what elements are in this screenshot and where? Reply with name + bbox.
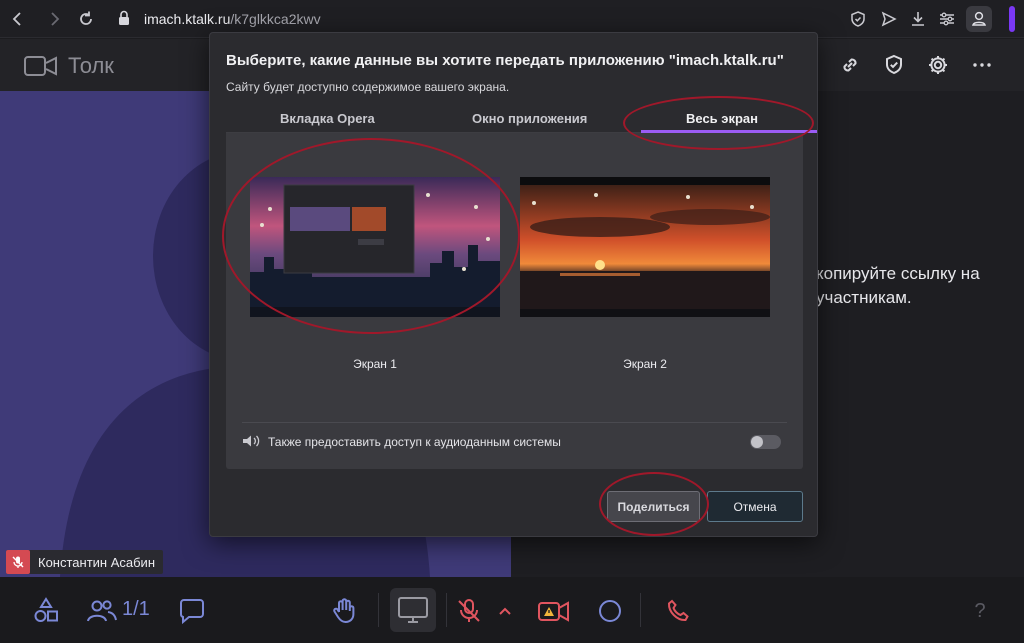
- brand-logo: Толк: [24, 53, 114, 78]
- camera-off-icon[interactable]: [537, 597, 571, 625]
- participant-name: Константин Асабин: [38, 554, 155, 570]
- system-audio-row: Также предоставить доступ к аудиоданным …: [242, 422, 787, 456]
- camera-logo-icon: [24, 56, 57, 76]
- toolbar-divider: [640, 593, 641, 627]
- screen-2-thumbnail[interactable]: [520, 177, 770, 317]
- lock-icon[interactable]: [118, 10, 130, 26]
- tab-entire-screen[interactable]: Весь экран: [686, 111, 758, 126]
- invite-text: копируйте ссылку на участникам.: [816, 262, 1016, 310]
- mic-off-icon: [6, 550, 30, 574]
- invite-text-line2: участникам.: [816, 288, 912, 307]
- participants-icon[interactable]: [86, 597, 117, 625]
- hangup-icon[interactable]: [664, 597, 692, 625]
- more-icon[interactable]: [970, 53, 994, 77]
- chevron-up-icon[interactable]: [497, 597, 513, 625]
- url-path: /k7glkkca2kwv: [230, 11, 321, 27]
- toolbar-divider: [378, 593, 379, 627]
- tab-opera[interactable]: Вкладка Opera: [280, 111, 375, 126]
- download-icon[interactable]: [908, 9, 928, 29]
- profile-button[interactable]: [966, 6, 992, 32]
- help-button[interactable]: ?: [966, 597, 994, 625]
- participants-count[interactable]: 1/1: [122, 598, 150, 621]
- easy-setup-icon[interactable]: [937, 9, 957, 29]
- sidebar-toggle[interactable]: [1009, 6, 1015, 32]
- share-screen-dialog: Выберите, какие данные вы хотите передат…: [209, 32, 818, 537]
- screen-1-label: Экран 1: [353, 357, 397, 371]
- participant-name-tag: Константин Асабин: [6, 550, 163, 574]
- screen-share-button[interactable]: [390, 588, 436, 632]
- cancel-button[interactable]: Отмена: [707, 491, 803, 522]
- link-icon[interactable]: [838, 53, 862, 77]
- screen-1-thumbnail[interactable]: [250, 177, 500, 317]
- brand-name: Толк: [68, 53, 114, 78]
- security-shield-icon[interactable]: [882, 53, 906, 77]
- chat-icon[interactable]: [178, 597, 206, 625]
- user-icon: [972, 11, 986, 26]
- forward-icon[interactable]: [44, 9, 64, 29]
- back-icon[interactable]: [8, 9, 28, 29]
- shield-icon[interactable]: [848, 9, 868, 29]
- dialog-title: Выберите, какие данные вы хотите передат…: [226, 52, 784, 69]
- reload-icon[interactable]: [76, 9, 96, 29]
- tab-application-window[interactable]: Окно приложения: [472, 111, 587, 126]
- source-tabs: Вкладка Opera Окно приложения Весь экран: [226, 103, 817, 133]
- screen-picker: Экран 1 Экран 2 Также предоставить досту…: [226, 133, 803, 469]
- speaker-icon: [242, 434, 260, 453]
- shapes-icon[interactable]: [32, 597, 60, 625]
- url-host: imach.ktalk.ru: [144, 11, 231, 27]
- toolbar-divider: [446, 593, 447, 627]
- microphone-off-icon[interactable]: [455, 597, 483, 625]
- dialog-subtitle: Сайту будет доступно содержимое вашего э…: [226, 80, 510, 94]
- invite-text-line1: копируйте ссылку на: [816, 264, 980, 283]
- share-button[interactable]: Поделиться: [607, 491, 700, 522]
- monitor-icon: [398, 597, 428, 623]
- call-toolbar: 1/1 ?: [0, 577, 1024, 643]
- system-audio-label: Также предоставить доступ к аудиоданным …: [268, 435, 561, 449]
- screen-2-label: Экран 2: [623, 357, 667, 371]
- address-bar[interactable]: imach.ktalk.ru/k7glkkca2kwv: [144, 11, 321, 27]
- send-icon[interactable]: [879, 9, 899, 29]
- gear-icon[interactable]: [926, 53, 950, 77]
- raise-hand-icon[interactable]: [330, 597, 358, 625]
- record-icon[interactable]: [596, 597, 624, 625]
- system-audio-toggle[interactable]: [750, 435, 781, 449]
